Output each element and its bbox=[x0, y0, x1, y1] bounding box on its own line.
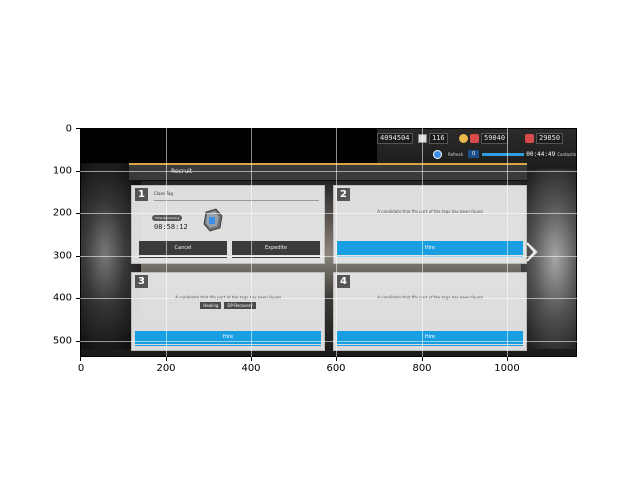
cancel-button[interactable]: Cancel bbox=[139, 241, 227, 258]
x-tick-label: 1000 bbox=[494, 363, 520, 374]
time-remaining-label: Time Remaining bbox=[152, 215, 183, 221]
y-tick-label: 300 bbox=[52, 250, 72, 262]
grid-line-y bbox=[80, 341, 577, 342]
recruit-status-row: Refresh 0 00:44:49 Contacting bbox=[433, 149, 577, 159]
grid-line-y bbox=[80, 298, 577, 299]
x-tick bbox=[251, 357, 252, 361]
grid-line-x bbox=[422, 128, 423, 357]
y-tick-label: 200 bbox=[52, 207, 72, 219]
slot-number: 3 bbox=[135, 275, 148, 288]
y-tick bbox=[76, 298, 80, 299]
divider bbox=[154, 200, 319, 201]
x-tick-label: 400 bbox=[241, 363, 261, 374]
lmd-value: 4094504 bbox=[377, 132, 413, 144]
card-value: 116 bbox=[429, 132, 448, 144]
status-progress-bar bbox=[482, 152, 525, 156]
y-tick bbox=[76, 256, 80, 257]
originium-value: 59040 bbox=[481, 132, 509, 144]
screenshot-frame: 4094504 116 59040 29850 Refresh 0 00:44:… bbox=[80, 128, 577, 357]
time-remaining-value: 08:58:12 bbox=[154, 223, 188, 231]
figure: 4094504 116 59040 29850 Refresh 0 00:44:… bbox=[0, 0, 640, 480]
recruit-slot-3: 3 A candidate that fits part of the tags… bbox=[131, 272, 325, 351]
x-tick bbox=[336, 357, 337, 361]
grid-line-x bbox=[251, 128, 252, 357]
slot-number: 2 bbox=[337, 188, 350, 201]
x-tick-label: 800 bbox=[412, 363, 432, 374]
grid-line-x bbox=[507, 128, 508, 357]
x-tick bbox=[166, 357, 167, 361]
y-tick bbox=[76, 171, 80, 172]
lmd-counter: 4094504 bbox=[377, 132, 413, 144]
y-tick bbox=[76, 341, 80, 342]
y-tick-label: 500 bbox=[52, 335, 72, 347]
status-label: Refresh bbox=[445, 150, 467, 158]
x-tick bbox=[80, 357, 81, 361]
slot-number: 1 bbox=[135, 188, 148, 201]
x-tick bbox=[507, 357, 508, 361]
refresh-icon[interactable] bbox=[433, 149, 442, 159]
expedite-button[interactable]: Expedite bbox=[232, 241, 320, 258]
y-tick-label: 100 bbox=[52, 165, 72, 177]
x-tick-label: 0 bbox=[77, 363, 85, 374]
grid-line-y bbox=[80, 256, 577, 257]
y-tick-label: 0 bbox=[65, 123, 72, 135]
orundum-icon bbox=[525, 133, 534, 143]
grid-line-x bbox=[166, 128, 167, 357]
orundum-counter[interactable]: 29850 bbox=[525, 132, 564, 144]
x-tick bbox=[422, 357, 423, 361]
game-screen: 4094504 116 59040 29850 Refresh 0 00:44:… bbox=[81, 129, 576, 356]
recruit-slot-1: 1 Close Tag Time Remaining 08:58:12 Canc… bbox=[131, 185, 325, 264]
recruit-slot-2: 2 A candidate that fits part of the tags… bbox=[333, 185, 527, 264]
recruit-device-icon bbox=[203, 208, 223, 232]
slot-number: 4 bbox=[337, 275, 350, 288]
hire-button[interactable]: Hire bbox=[135, 331, 321, 346]
status-count: 0 bbox=[468, 150, 480, 158]
grid-line-y bbox=[80, 213, 577, 214]
orundum-value: 29850 bbox=[536, 132, 564, 144]
originium-counter[interactable]: 59040 bbox=[459, 132, 509, 144]
y-tick-label: 400 bbox=[52, 292, 72, 304]
letterbox-top bbox=[81, 129, 377, 163]
tag-healing: Healing bbox=[200, 302, 222, 309]
hire-button[interactable]: Hire bbox=[337, 331, 523, 346]
grid-line-x bbox=[336, 128, 337, 357]
recruit-slot-4: 4 A candidate that fits part of the tags… bbox=[333, 272, 527, 351]
status-time: 00:44:49 bbox=[526, 150, 556, 158]
status-state: Contacting bbox=[557, 151, 577, 157]
hire-button[interactable]: Hire bbox=[337, 241, 523, 257]
grid-line-y bbox=[80, 171, 577, 172]
chevron-right-icon[interactable] bbox=[525, 241, 539, 263]
close-tag-label: Close Tag bbox=[154, 191, 173, 196]
originium-icon bbox=[470, 133, 479, 143]
x-tick-label: 200 bbox=[156, 363, 176, 374]
y-tick bbox=[76, 213, 80, 214]
y-tick bbox=[76, 128, 80, 129]
tag-list: Healing DP-Recovery bbox=[132, 302, 324, 309]
gold-icon bbox=[459, 133, 468, 143]
recruit-header: Recruit bbox=[129, 163, 527, 181]
x-tick-label: 600 bbox=[326, 363, 346, 374]
